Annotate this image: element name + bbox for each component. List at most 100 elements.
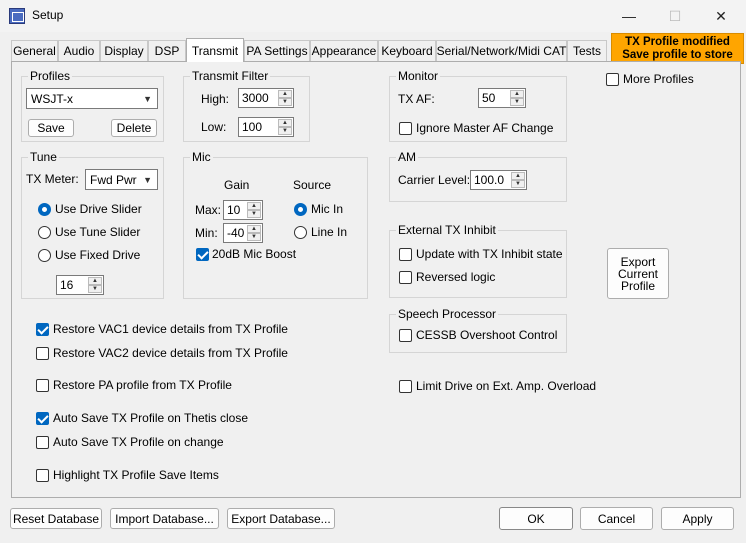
- am-label: AM: [396, 150, 418, 164]
- speech-processor-label: Speech Processor: [396, 307, 499, 321]
- more-profiles-checkbox[interactable]: [606, 73, 619, 86]
- spin-up-icon[interactable]: ▲: [278, 90, 292, 98]
- tab-appearance[interactable]: Appearance: [310, 40, 378, 61]
- tab-serial-network-midi-cat[interactable]: Serial/Network/Midi CAT: [436, 40, 567, 61]
- use-fixed-drive-radio[interactable]: [38, 249, 51, 262]
- tab-transmit[interactable]: Transmit: [186, 38, 244, 62]
- spin-up-icon[interactable]: ▲: [247, 202, 261, 210]
- minimize-button[interactable]: —: [606, 0, 652, 32]
- carrier-level-value: 100.0: [474, 173, 505, 187]
- mic-boost-label: 20dB Mic Boost: [212, 247, 297, 261]
- apply-button[interactable]: Apply: [661, 507, 734, 530]
- line-in-label: Line In: [311, 225, 348, 239]
- transmit-filter-label: Transmit Filter: [190, 69, 271, 83]
- export-line3: Profile: [620, 278, 655, 293]
- cessb-checkbox[interactable]: [399, 329, 412, 342]
- gain-label: Gain: [224, 178, 250, 192]
- spin-down-icon[interactable]: ▼: [511, 180, 525, 188]
- update-tx-inhibit-label: Update with TX Inhibit state: [416, 247, 563, 261]
- restore-pa-checkbox[interactable]: [36, 379, 49, 392]
- carrier-level-label: Carrier Level:: [398, 173, 471, 187]
- maximize-button: ☐: [668, 7, 682, 24]
- more-profiles-label: More Profiles: [623, 72, 694, 86]
- tab-tests[interactable]: Tests: [567, 40, 607, 61]
- mic-label: Mic: [190, 150, 213, 164]
- tx-meter-label: TX Meter:: [26, 172, 79, 186]
- spin-down-icon[interactable]: ▼: [88, 285, 102, 293]
- spin-down-icon[interactable]: ▼: [247, 210, 261, 218]
- highlight-save-items-checkbox[interactable]: [36, 469, 49, 482]
- highlight-save-items-label: Highlight TX Profile Save Items: [53, 468, 219, 482]
- chevron-down-icon: ▼: [143, 94, 152, 104]
- line-in-radio[interactable]: [294, 226, 307, 239]
- spin-up-icon[interactable]: ▲: [278, 119, 292, 127]
- profiles-group-label: Profiles: [28, 69, 73, 83]
- mic-min-input[interactable]: -40 ▲ ▼: [223, 223, 263, 243]
- title-bar: Setup — ☐ ✕: [0, 0, 746, 32]
- restore-vac1-checkbox[interactable]: [36, 323, 49, 336]
- window-title: Setup: [32, 8, 64, 22]
- tab-display[interactable]: Display: [100, 40, 148, 61]
- spin-up-icon[interactable]: ▲: [511, 172, 525, 180]
- filter-high-input[interactable]: 3000 ▲ ▼: [238, 88, 294, 108]
- tx-profile-modified-banner: TX Profile modified Save profile to stor…: [611, 33, 744, 64]
- restore-vac2-label: Restore VAC2 device details from TX Prof…: [53, 346, 288, 360]
- limit-drive-checkbox[interactable]: [399, 380, 412, 393]
- save-profile-button[interactable]: Save: [28, 119, 74, 137]
- mic-max-value: 10: [227, 203, 241, 217]
- restore-pa-label: Restore PA profile from TX Profile: [53, 378, 232, 392]
- update-tx-inhibit-checkbox[interactable]: [399, 248, 412, 261]
- profile-select-value: WSJT-x: [31, 91, 73, 106]
- spin-down-icon[interactable]: ▼: [278, 127, 292, 135]
- external-tx-inhibit-group: [389, 230, 567, 298]
- tx-af-input[interactable]: 50 ▲ ▼: [478, 88, 526, 108]
- mic-max-input[interactable]: 10 ▲ ▼: [223, 200, 263, 220]
- import-database-button[interactable]: Import Database...: [110, 508, 219, 529]
- tab-audio[interactable]: Audio: [58, 40, 100, 61]
- auto-save-change-label: Auto Save TX Profile on change: [53, 435, 224, 449]
- mic-in-radio[interactable]: [294, 203, 307, 216]
- ok-button[interactable]: OK: [499, 507, 573, 530]
- spin-down-icon[interactable]: ▼: [247, 233, 261, 241]
- spin-down-icon[interactable]: ▼: [510, 98, 524, 106]
- fixed-drive-value: 16: [60, 278, 74, 292]
- export-database-button[interactable]: Export Database...: [227, 508, 335, 529]
- tab-pa-settings[interactable]: PA Settings: [244, 40, 310, 61]
- profile-select[interactable]: WSJT-x ▼: [26, 88, 158, 109]
- tx-meter-value: Fwd Pwr: [90, 172, 137, 187]
- use-drive-slider-label: Use Drive Slider: [55, 202, 142, 216]
- spin-up-icon[interactable]: ▲: [247, 225, 261, 233]
- tab-keyboard[interactable]: Keyboard: [378, 40, 436, 61]
- ignore-master-af-checkbox[interactable]: [399, 122, 412, 135]
- auto-save-change-checkbox[interactable]: [36, 436, 49, 449]
- tab-general[interactable]: General: [11, 40, 58, 61]
- app-icon: [9, 8, 25, 24]
- fixed-drive-input[interactable]: 16 ▲ ▼: [56, 275, 104, 295]
- reset-database-button[interactable]: Reset Database: [10, 508, 102, 529]
- chevron-down-icon: ▼: [143, 175, 152, 185]
- restore-vac2-checkbox[interactable]: [36, 347, 49, 360]
- banner-line1: TX Profile modified: [625, 36, 730, 48]
- external-tx-inhibit-label: External TX Inhibit: [396, 223, 498, 237]
- delete-profile-button[interactable]: Delete: [111, 119, 157, 137]
- use-tune-slider-radio[interactable]: [38, 226, 51, 239]
- tx-af-value: 50: [482, 91, 496, 105]
- mic-max-label: Max:: [195, 203, 222, 217]
- cancel-button[interactable]: Cancel: [580, 507, 653, 530]
- export-current-profile-button[interactable]: Export Current Profile: [607, 248, 669, 299]
- mic-boost-checkbox[interactable]: [196, 248, 209, 261]
- spin-up-icon[interactable]: ▲: [510, 90, 524, 98]
- reversed-logic-checkbox[interactable]: [399, 271, 412, 284]
- mic-in-label: Mic In: [311, 202, 344, 216]
- use-drive-slider-radio[interactable]: [38, 203, 51, 216]
- spin-down-icon[interactable]: ▼: [278, 98, 292, 106]
- carrier-level-input[interactable]: 100.0 ▲ ▼: [470, 170, 527, 190]
- tab-dsp[interactable]: DSP: [148, 40, 186, 61]
- close-button[interactable]: ✕: [698, 0, 744, 32]
- filter-high-label: High:: [201, 92, 230, 106]
- filter-low-input[interactable]: 100 ▲ ▼: [238, 117, 294, 137]
- spin-up-icon[interactable]: ▲: [88, 277, 102, 285]
- tx-meter-select[interactable]: Fwd Pwr ▼: [85, 169, 158, 190]
- auto-save-close-checkbox[interactable]: [36, 412, 49, 425]
- limit-drive-label: Limit Drive on Ext. Amp. Overload: [416, 379, 597, 393]
